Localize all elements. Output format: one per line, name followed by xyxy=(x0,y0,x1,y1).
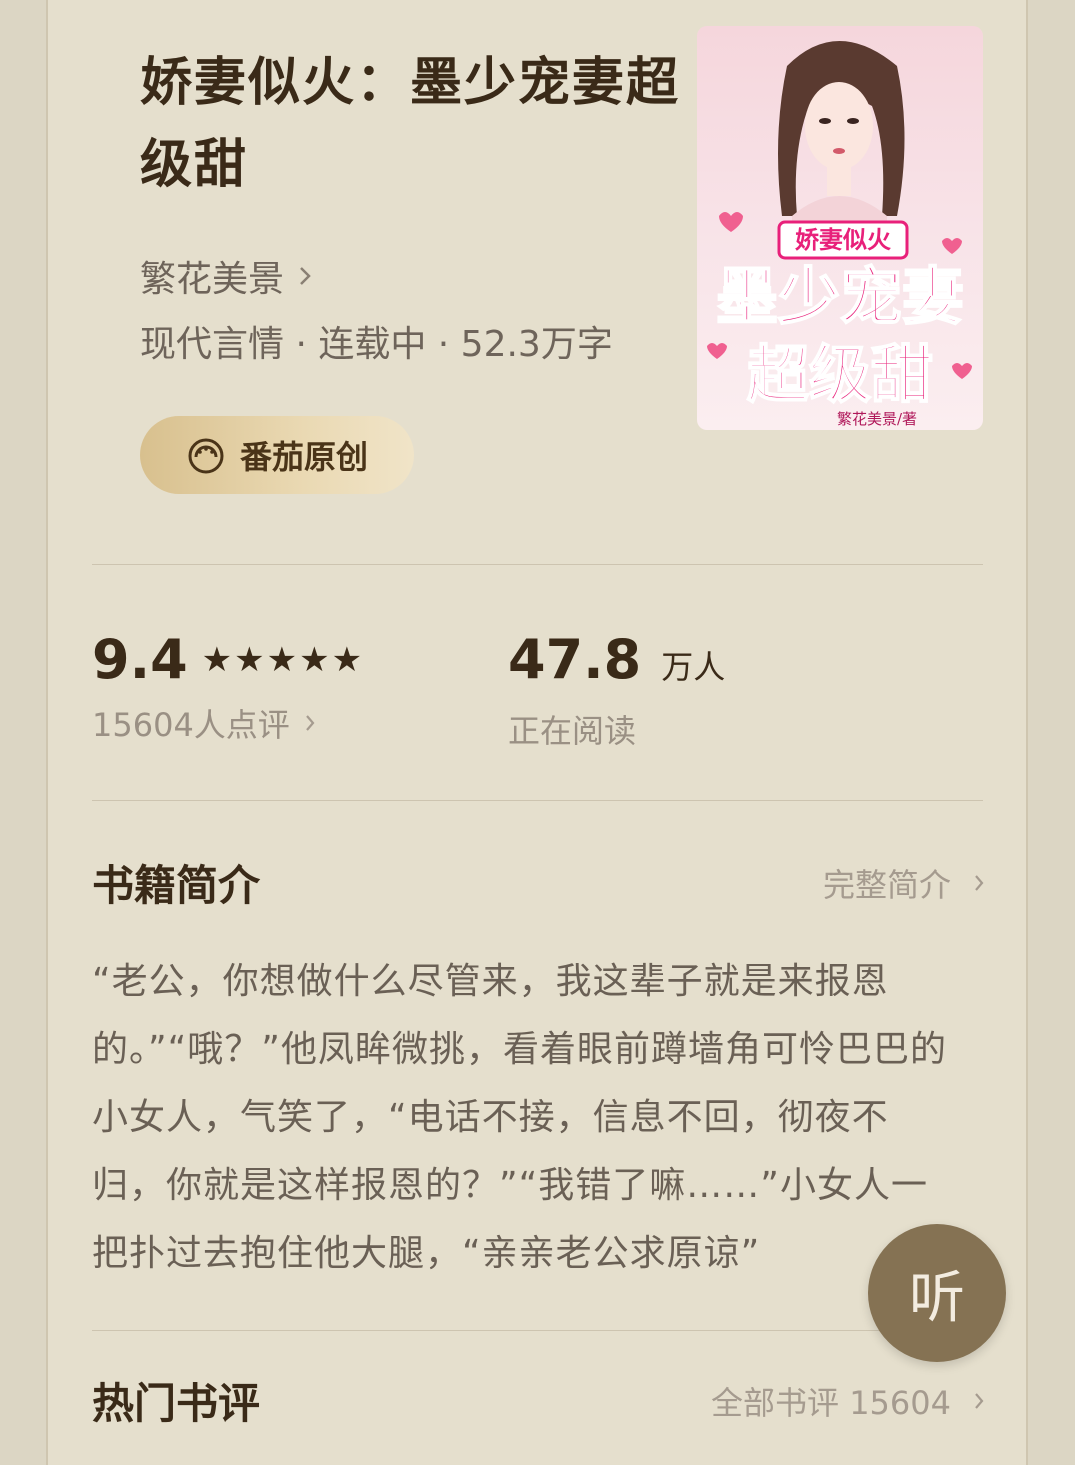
author-name: 繁花美景 xyxy=(140,259,285,300)
original-badge[interactable]: 番茄原创 xyxy=(140,416,414,494)
tomato-logo-icon xyxy=(186,435,226,475)
badge-label: 番茄原创 xyxy=(239,438,368,476)
intro-text[interactable]: “老公，你想做什么尽管来，我这辈子就是来报恩的。”“哦？”他凤眸微挑，看着眼前蹲… xyxy=(92,948,962,1288)
rating-stars: ★★★★★ xyxy=(201,639,365,680)
readers-number: 47.8 xyxy=(508,628,642,691)
chevron-right-icon xyxy=(973,1382,985,1420)
cover-title-small: 娇妻似火 xyxy=(795,225,891,254)
book-meta: 现代言情 · 连载中 · 52.3万字 xyxy=(140,324,613,365)
readers-unit: 万人 xyxy=(661,648,726,686)
rating-score: 9.4 xyxy=(92,628,188,691)
review-count: 15604人点评 xyxy=(92,706,290,744)
all-reviews-link[interactable]: 全部书评 15604 xyxy=(711,1378,985,1424)
chevron-right-icon xyxy=(298,256,312,297)
readers-label: 正在阅读 xyxy=(508,712,637,750)
book-title: 娇妻似火：墨少宠妻超级甜 xyxy=(140,53,681,195)
divider xyxy=(92,1330,983,1331)
review-count-link[interactable]: 15604人点评 xyxy=(92,700,316,746)
author-link[interactable]: 繁花美景 xyxy=(140,250,312,302)
readers-count: 47.8 万人 xyxy=(508,628,725,691)
listen-button[interactable]: 听 xyxy=(868,1224,1006,1362)
rating-score-row: 9.4 ★★★★★ xyxy=(92,628,364,691)
cover-author-credit: 繁花美景/著 xyxy=(837,410,917,428)
full-intro-label: 完整简介 xyxy=(822,866,951,904)
chevron-right-icon xyxy=(304,704,316,742)
divider xyxy=(92,564,983,565)
chevron-right-icon xyxy=(973,864,985,902)
full-intro-link[interactable]: 完整简介 xyxy=(823,860,985,906)
cover-title-line2: 超级甜 xyxy=(747,338,933,411)
reviews-section-title: 热门书评 xyxy=(92,1379,261,1428)
divider xyxy=(92,800,983,801)
intro-section-title: 书籍简介 xyxy=(92,861,261,910)
all-reviews-label: 全部书评 15604 xyxy=(711,1384,951,1422)
cover-title-line1: 墨少宠妻 xyxy=(716,260,964,333)
book-cover[interactable]: 娇妻似火 墨少宠妻 超级甜 繁花美景/著 xyxy=(697,26,983,430)
